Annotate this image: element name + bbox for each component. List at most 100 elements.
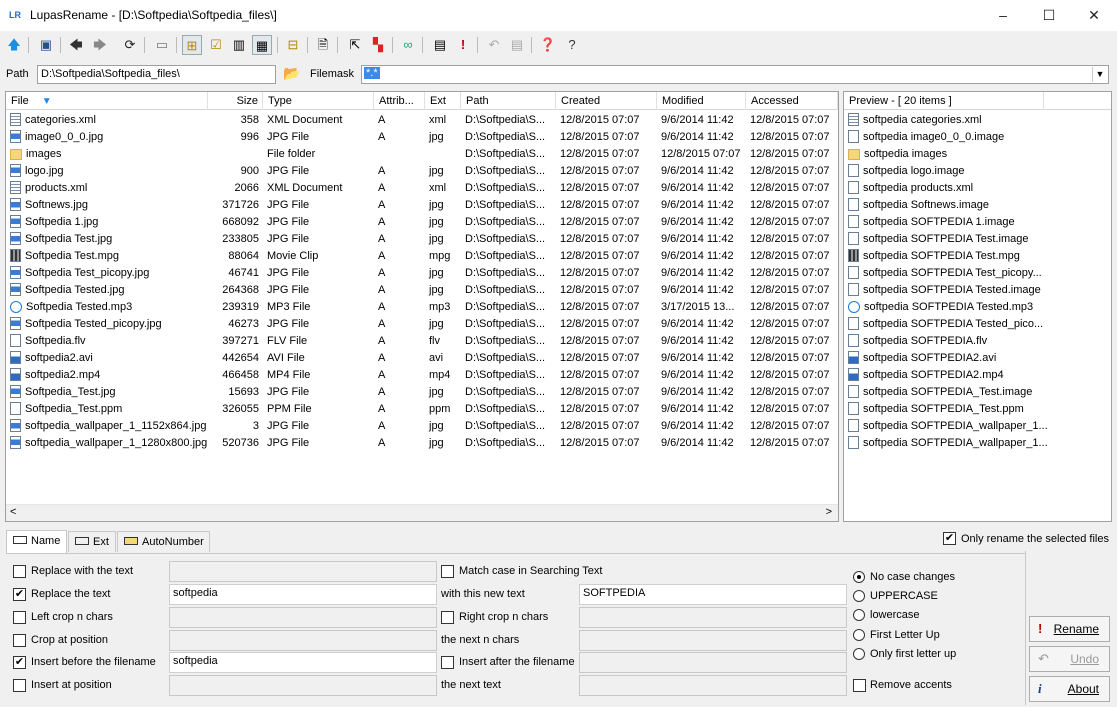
horizontal-scrollbar[interactable]: < > — [6, 504, 838, 521]
export-icon[interactable]: ⇱ — [345, 35, 365, 55]
tab-name[interactable]: Name — [6, 530, 67, 553]
insert-before-input[interactable]: softpedia — [169, 652, 437, 673]
dropdown-arrow-icon[interactable]: ▼ — [1092, 67, 1107, 82]
insert-before-checkbox[interactable]: ✔ — [13, 656, 26, 669]
crop-at-position-checkbox[interactable] — [13, 634, 26, 647]
insert-after-input[interactable] — [579, 652, 847, 673]
rename-button[interactable]: ! Rename — [1029, 616, 1110, 642]
remove-accents-checkbox[interactable] — [853, 679, 866, 692]
file-row[interactable]: images File folder D:\Softpedia\S... 12/8/2… — [6, 146, 838, 163]
preview-row[interactable]: softpedia products.xml — [844, 180, 1044, 197]
column-attrib[interactable]: Attrib... — [374, 92, 425, 110]
exclamation-icon[interactable]: ! — [453, 35, 473, 55]
preview-row[interactable]: softpedia SOFTPEDIA_wallpaper_1... — [844, 435, 1048, 452]
preview-row[interactable]: softpedia SOFTPEDIA Test_picopy... — [844, 265, 1044, 282]
preview-row[interactable]: softpedia SOFTPEDIA Tested.mp3 — [844, 299, 1044, 316]
maximize-button[interactable]: ☐ — [1026, 0, 1072, 31]
minimize-button[interactable]: – — [980, 0, 1026, 31]
left-crop-input[interactable] — [169, 607, 437, 628]
column-created[interactable]: Created — [556, 92, 657, 110]
columns-icon[interactable]: ▥ — [229, 35, 249, 55]
preview-row[interactable]: softpedia Softnews.image — [844, 197, 1044, 214]
radio-uppercase[interactable] — [853, 590, 865, 602]
scroll-right-icon[interactable]: > — [826, 506, 832, 518]
back-icon[interactable]: 🡄 — [66, 35, 86, 55]
preview-row[interactable]: softpedia SOFTPEDIA_Test.image — [844, 384, 1044, 401]
preview-row[interactable]: softpedia categories.xml — [844, 112, 1044, 129]
about-button[interactable]: i About — [1029, 676, 1110, 702]
left-crop-checkbox[interactable] — [13, 611, 26, 624]
panel-icon[interactable]: ▣ — [36, 35, 56, 55]
next-text-input[interactable] — [579, 675, 847, 696]
preview-row[interactable]: softpedia SOFTPEDIA_wallpaper_1... — [844, 418, 1048, 435]
file-row[interactable]: Softpedia 1.jpg 668092 JPG File Ajpg D:\Soft… — [6, 214, 838, 231]
tab-autonumber[interactable]: AutoNumber — [117, 531, 210, 552]
refresh-icon[interactable]: ⟳ — [120, 35, 140, 55]
preview-row[interactable]: softpedia SOFTPEDIA.flv — [844, 333, 1044, 350]
column-modified[interactable]: Modified — [657, 92, 746, 110]
up-arrow-icon[interactable]: 🡅 — [4, 35, 24, 55]
with-new-text-input[interactable]: SOFTPEDIA — [579, 584, 847, 605]
close-button[interactable]: ✕ — [1071, 0, 1117, 31]
preview-row[interactable]: softpedia SOFTPEDIA 1.image — [844, 214, 1044, 231]
filemask-combo[interactable]: *.* ▼ — [361, 65, 1109, 84]
file-row[interactable]: softpedia_wallpaper_1_1280x800.jpg 520736… — [6, 435, 838, 452]
preview-row[interactable]: softpedia SOFTPEDIA Tested.image — [844, 282, 1044, 299]
column-ext[interactable]: Ext — [425, 92, 461, 110]
undo-button[interactable]: ↶ Undo — [1029, 646, 1110, 672]
radio-no-case-changes[interactable] — [853, 571, 865, 583]
crop-at-position-input[interactable] — [169, 630, 437, 651]
right-crop-checkbox[interactable] — [441, 611, 454, 624]
preview-row[interactable]: softpedia SOFTPEDIA Test.image — [844, 231, 1044, 248]
folder-tree-icon[interactable]: ⊟ — [283, 35, 303, 55]
file-row[interactable]: Softpedia Test_picopy.jpg 46741 JPG File Aj… — [6, 265, 838, 282]
forward-icon[interactable]: 🡆 — [90, 35, 110, 55]
insert-at-position-checkbox[interactable] — [13, 679, 26, 692]
radio-first-letter-up[interactable] — [853, 629, 865, 641]
file-row[interactable]: Softpedia Test.jpg 233805 JPG File Ajpg D:\S… — [6, 231, 838, 248]
radio-lowercase[interactable] — [853, 609, 865, 621]
help-book-icon[interactable]: ❓ — [538, 35, 558, 55]
preview-row[interactable]: softpedia SOFTPEDIA Tested_pico... — [844, 316, 1044, 333]
tree-icon[interactable]: ⊞ — [182, 35, 202, 55]
question-icon[interactable]: ? — [562, 35, 582, 55]
file-row[interactable]: softpedia2.avi 442654 AVI File Aavi D:\Softp… — [6, 350, 838, 367]
path-input[interactable]: D:\Softpedia\Softpedia_files\ — [37, 65, 276, 84]
batch-icon[interactable]: ▤ — [430, 35, 450, 55]
radio-only-first-letter-up[interactable] — [853, 648, 865, 660]
document-icon[interactable]: 🗎 — [313, 35, 333, 55]
file-row[interactable]: softpedia2.mp4 466458 MP4 File Amp4 D:\Softp… — [6, 367, 838, 384]
insert-at-position-input[interactable] — [169, 675, 437, 696]
preview-row[interactable]: softpedia SOFTPEDIA Test.mpg — [844, 248, 1044, 265]
undo-icon[interactable]: ↶ — [484, 35, 504, 55]
file-row[interactable]: softpedia_wallpaper_1_1152x864.jpg 3 JPG F… — [6, 418, 838, 435]
right-crop-input[interactable] — [579, 607, 847, 628]
preview-row[interactable]: softpedia SOFTPEDIA_Test.ppm — [844, 401, 1044, 418]
insert-after-checkbox[interactable] — [441, 656, 454, 669]
check-list-icon[interactable]: ☑ — [206, 35, 226, 55]
file-row[interactable]: Softpedia Tested_picopy.jpg 46273 JPG File… — [6, 316, 838, 333]
glasses-icon[interactable]: ∞ — [398, 35, 418, 55]
next-n-chars-input[interactable] — [579, 630, 847, 651]
file-row[interactable]: Softpedia.flv 397271 FLV File Aflv D:\Softpe… — [6, 333, 838, 350]
undo-batch-icon[interactable]: ▤ — [507, 35, 527, 55]
column-file[interactable]: File ▼ — [6, 92, 208, 110]
file-row[interactable]: Softpedia_Test.jpg 15693 JPG File Ajpg D:\So… — [6, 384, 838, 401]
column-path[interactable]: Path — [461, 92, 556, 110]
replace-text-input[interactable]: softpedia — [169, 584, 437, 605]
file-row[interactable]: products.xml 2066 XML Document Axml D:\Softp… — [6, 180, 838, 197]
column-size[interactable]: Size — [208, 92, 263, 110]
replace-with-text-input[interactable] — [169, 561, 437, 582]
file-row[interactable]: Softnews.jpg 371726 JPG File Ajpg D:\Softped… — [6, 197, 838, 214]
tab-ext[interactable]: Ext — [68, 531, 116, 552]
preview-row[interactable]: softpedia image0_0_0.image — [844, 129, 1044, 146]
eraser-icon[interactable]: ▭ — [152, 35, 172, 55]
file-row[interactable]: image0_0_0.jpg 996 JPG File Ajpg D:\Softpedi… — [6, 129, 838, 146]
column-type[interactable]: Type — [263, 92, 374, 110]
open-folder-icon[interactable]: 📂 — [283, 65, 300, 82]
preview-row[interactable]: softpedia SOFTPEDIA2.mp4 — [844, 367, 1044, 384]
scroll-left-icon[interactable]: < — [10, 506, 16, 518]
preview-row[interactable]: softpedia SOFTPEDIA2.avi — [844, 350, 1044, 367]
grid-icon[interactable]: ▦ — [252, 35, 272, 55]
file-row[interactable]: Softpedia Test.mpg 88064 Movie Clip Ampg D:\… — [6, 248, 838, 265]
